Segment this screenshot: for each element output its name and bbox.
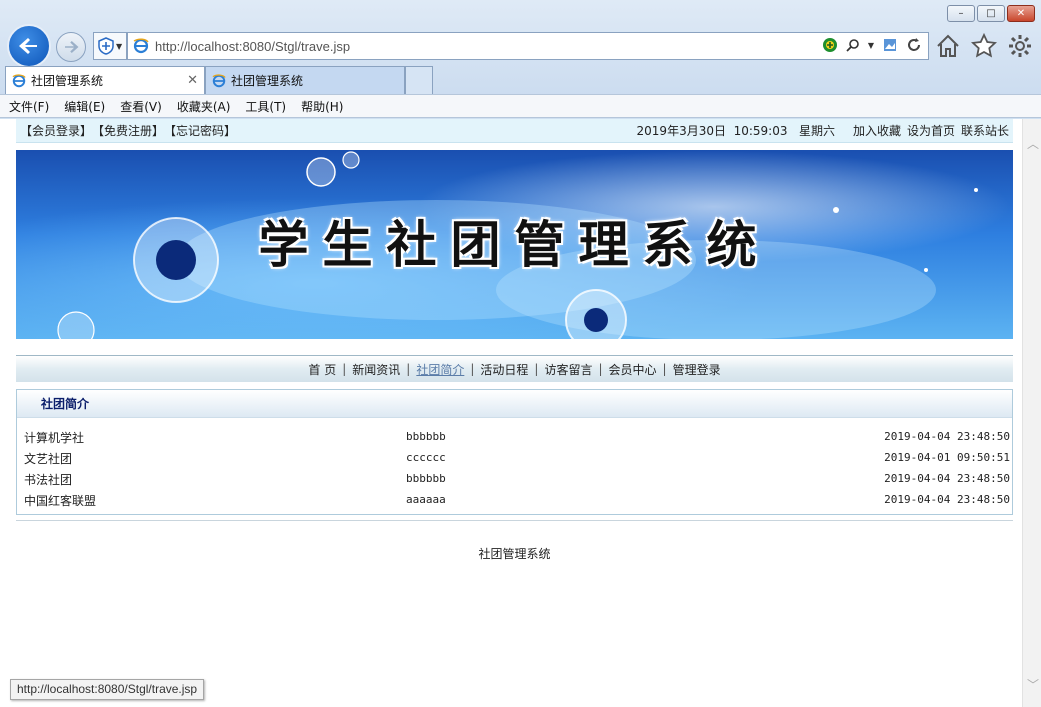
footer-divider [16, 520, 1013, 521]
nav-separator: | [406, 362, 411, 376]
nav-admin-login[interactable]: 管理登录 [673, 361, 721, 378]
address-url[interactable]: http://localhost:8080/Stgl/trave.jsp [155, 39, 350, 54]
scroll-up-icon[interactable]: ︿ [1027, 135, 1039, 152]
tab-label: 社团管理系统 [31, 74, 104, 88]
nav-separator: | [598, 362, 603, 376]
ie-icon [133, 38, 149, 54]
member-login-link[interactable]: 【会员登录】 [20, 122, 92, 139]
tab-inactive[interactable]: 社团管理系统 [205, 66, 405, 94]
forgot-password-link[interactable]: 【忘记密码】 [164, 122, 236, 139]
new-tab-button[interactable] [405, 66, 433, 94]
club-name[interactable]: 书法社团 [24, 471, 72, 488]
address-bar[interactable]: http://localhost:8080/Stgl/trave.jsp ▼ [127, 32, 929, 60]
nav-home[interactable]: 首 页 [308, 361, 336, 378]
nav-member-center[interactable]: 会员中心 [609, 361, 657, 378]
menu-file[interactable]: 文件(F) [9, 98, 49, 115]
club-time: 2019-04-01 09:50:51 [884, 451, 1010, 464]
favorites-star-icon[interactable] [971, 33, 997, 59]
set-homepage-link[interactable]: 设为首页 [907, 122, 955, 139]
nav-club-intro[interactable]: 社团简介 [416, 361, 464, 378]
menu-edit[interactable]: 编辑(E) [64, 98, 105, 115]
club-time: 2019-04-04 23:48:50 [884, 493, 1010, 506]
menu-favorites[interactable]: 收藏夹(A) [177, 98, 231, 115]
chevron-down-icon[interactable]: ▼ [868, 41, 874, 50]
site-topbar: 【会员登录】 【免费注册】 【忘记密码】 2019年3月30日 10:59:03… [16, 119, 1013, 143]
search-icon[interactable] [846, 38, 860, 52]
maximize-button[interactable]: □ [977, 5, 1005, 22]
chevron-down-icon: ▼ [116, 41, 123, 51]
close-button[interactable]: ✕ [1007, 5, 1035, 22]
home-icon[interactable] [935, 33, 961, 59]
site-nav: 首 页 | 新闻资讯 | 社团简介 | 活动日程 | 访客留言 | 会员中心 |… [16, 355, 1013, 382]
list-item[interactable]: 计算机学社 bbbbbb 2019-04-04 23:48:50 [17, 426, 1012, 447]
vertical-scrollbar[interactable]: ︿ ﹀ [1022, 119, 1041, 707]
refresh-icon[interactable] [906, 37, 922, 53]
club-list: 计算机学社 bbbbbb 2019-04-04 23:48:50 文艺社团 cc… [17, 418, 1012, 514]
topbar-right: 2019年3月30日 10:59:03 星期六 加入收藏 设为首页 联系站长 [637, 122, 1009, 139]
site-footer: 社团管理系统 [478, 547, 551, 561]
arrow-right-icon [65, 41, 79, 53]
nav-news[interactable]: 新闻资讯 [352, 361, 400, 378]
menu-tools[interactable]: 工具(T) [245, 98, 286, 115]
ie-icon [12, 73, 26, 87]
toolbar-icons [935, 33, 1033, 59]
account-links: 【会员登录】 【免费注册】 【忘记密码】 [20, 122, 236, 139]
add-favorite-link[interactable]: 加入收藏 [853, 122, 901, 139]
menu-bar: 文件(F) 编辑(E) 查看(V) 收藏夹(A) 工具(T) 帮助(H) [0, 94, 1041, 118]
site-banner: 学生社团管理系统 [16, 150, 1013, 339]
club-name[interactable]: 文艺社团 [24, 450, 72, 467]
tab-active[interactable]: 社团管理系统 ✕ [5, 66, 205, 94]
menu-view[interactable]: 查看(V) [120, 98, 162, 115]
club-desc: bbbbbb [406, 430, 446, 443]
site-page: 【会员登录】 【免费注册】 【忘记密码】 2019年3月30日 10:59:03… [16, 119, 1013, 562]
tab-strip: 社团管理系统 ✕ 社团管理系统 [5, 66, 433, 94]
minimize-button[interactable]: – [947, 5, 975, 22]
contact-admin-link[interactable]: 联系站长 [961, 122, 1009, 139]
settings-gear-icon[interactable] [1007, 33, 1033, 59]
nav-separator: | [662, 362, 667, 376]
list-item[interactable]: 文艺社团 cccccc 2019-04-01 09:50:51 [17, 447, 1012, 468]
security-shield-button[interactable]: ▼ [93, 32, 127, 60]
list-item[interactable]: 书法社团 bbbbbb 2019-04-04 23:48:50 [17, 468, 1012, 489]
browser-chrome: – □ ✕ ▼ http://localhost:8080/Stgl/trave… [0, 0, 1041, 118]
menu-help[interactable]: 帮助(H) [301, 98, 343, 115]
forward-button[interactable] [56, 32, 86, 62]
arrow-left-icon [19, 38, 37, 54]
status-bar-url: http://localhost:8080/Stgl/trave.jsp [10, 679, 205, 700]
panel-title: 社团简介 [17, 390, 1012, 418]
address-tools: ▼ [822, 37, 922, 53]
nav-separator: | [342, 362, 347, 376]
nav-activities[interactable]: 活动日程 [480, 361, 528, 378]
back-button[interactable] [7, 24, 51, 68]
tab-label: 社团管理系统 [231, 74, 304, 88]
club-desc: cccccc [406, 451, 446, 464]
close-tab-icon[interactable]: ✕ [187, 73, 198, 88]
register-link[interactable]: 【免费注册】 [92, 122, 164, 139]
clock-text: 2019年3月30日 10:59:03 星期六 [636, 124, 835, 138]
club-name[interactable]: 中国红客联盟 [24, 492, 96, 509]
shield-icon [98, 37, 114, 55]
club-name[interactable]: 计算机学社 [24, 429, 84, 446]
nav-guestbook[interactable]: 访客留言 [544, 361, 592, 378]
nav-separator: | [534, 362, 539, 376]
club-time: 2019-04-04 23:48:50 [884, 430, 1010, 443]
scroll-down-icon[interactable]: ﹀ [1027, 676, 1039, 693]
club-desc: aaaaaa [406, 493, 446, 506]
add-on-icon[interactable] [822, 37, 838, 53]
banner-title: 学生社团管理系统 [258, 215, 771, 274]
compatibility-icon[interactable] [882, 37, 898, 53]
page-viewport: ︿ ﹀ 【会员登录】 【免费注册】 【忘记密码】 2019年3月30日 10:5… [0, 119, 1041, 707]
club-intro-panel: 社团简介 计算机学社 bbbbbb 2019-04-04 23:48:50 文艺… [16, 389, 1013, 515]
ie-icon [212, 73, 226, 87]
club-time: 2019-04-04 23:48:50 [884, 472, 1010, 485]
club-desc: bbbbbb [406, 472, 446, 485]
window-controls: – □ ✕ [947, 5, 1035, 22]
list-item[interactable]: 中国红客联盟 aaaaaa 2019-04-04 23:48:50 [17, 489, 1012, 510]
nav-separator: | [470, 362, 475, 376]
